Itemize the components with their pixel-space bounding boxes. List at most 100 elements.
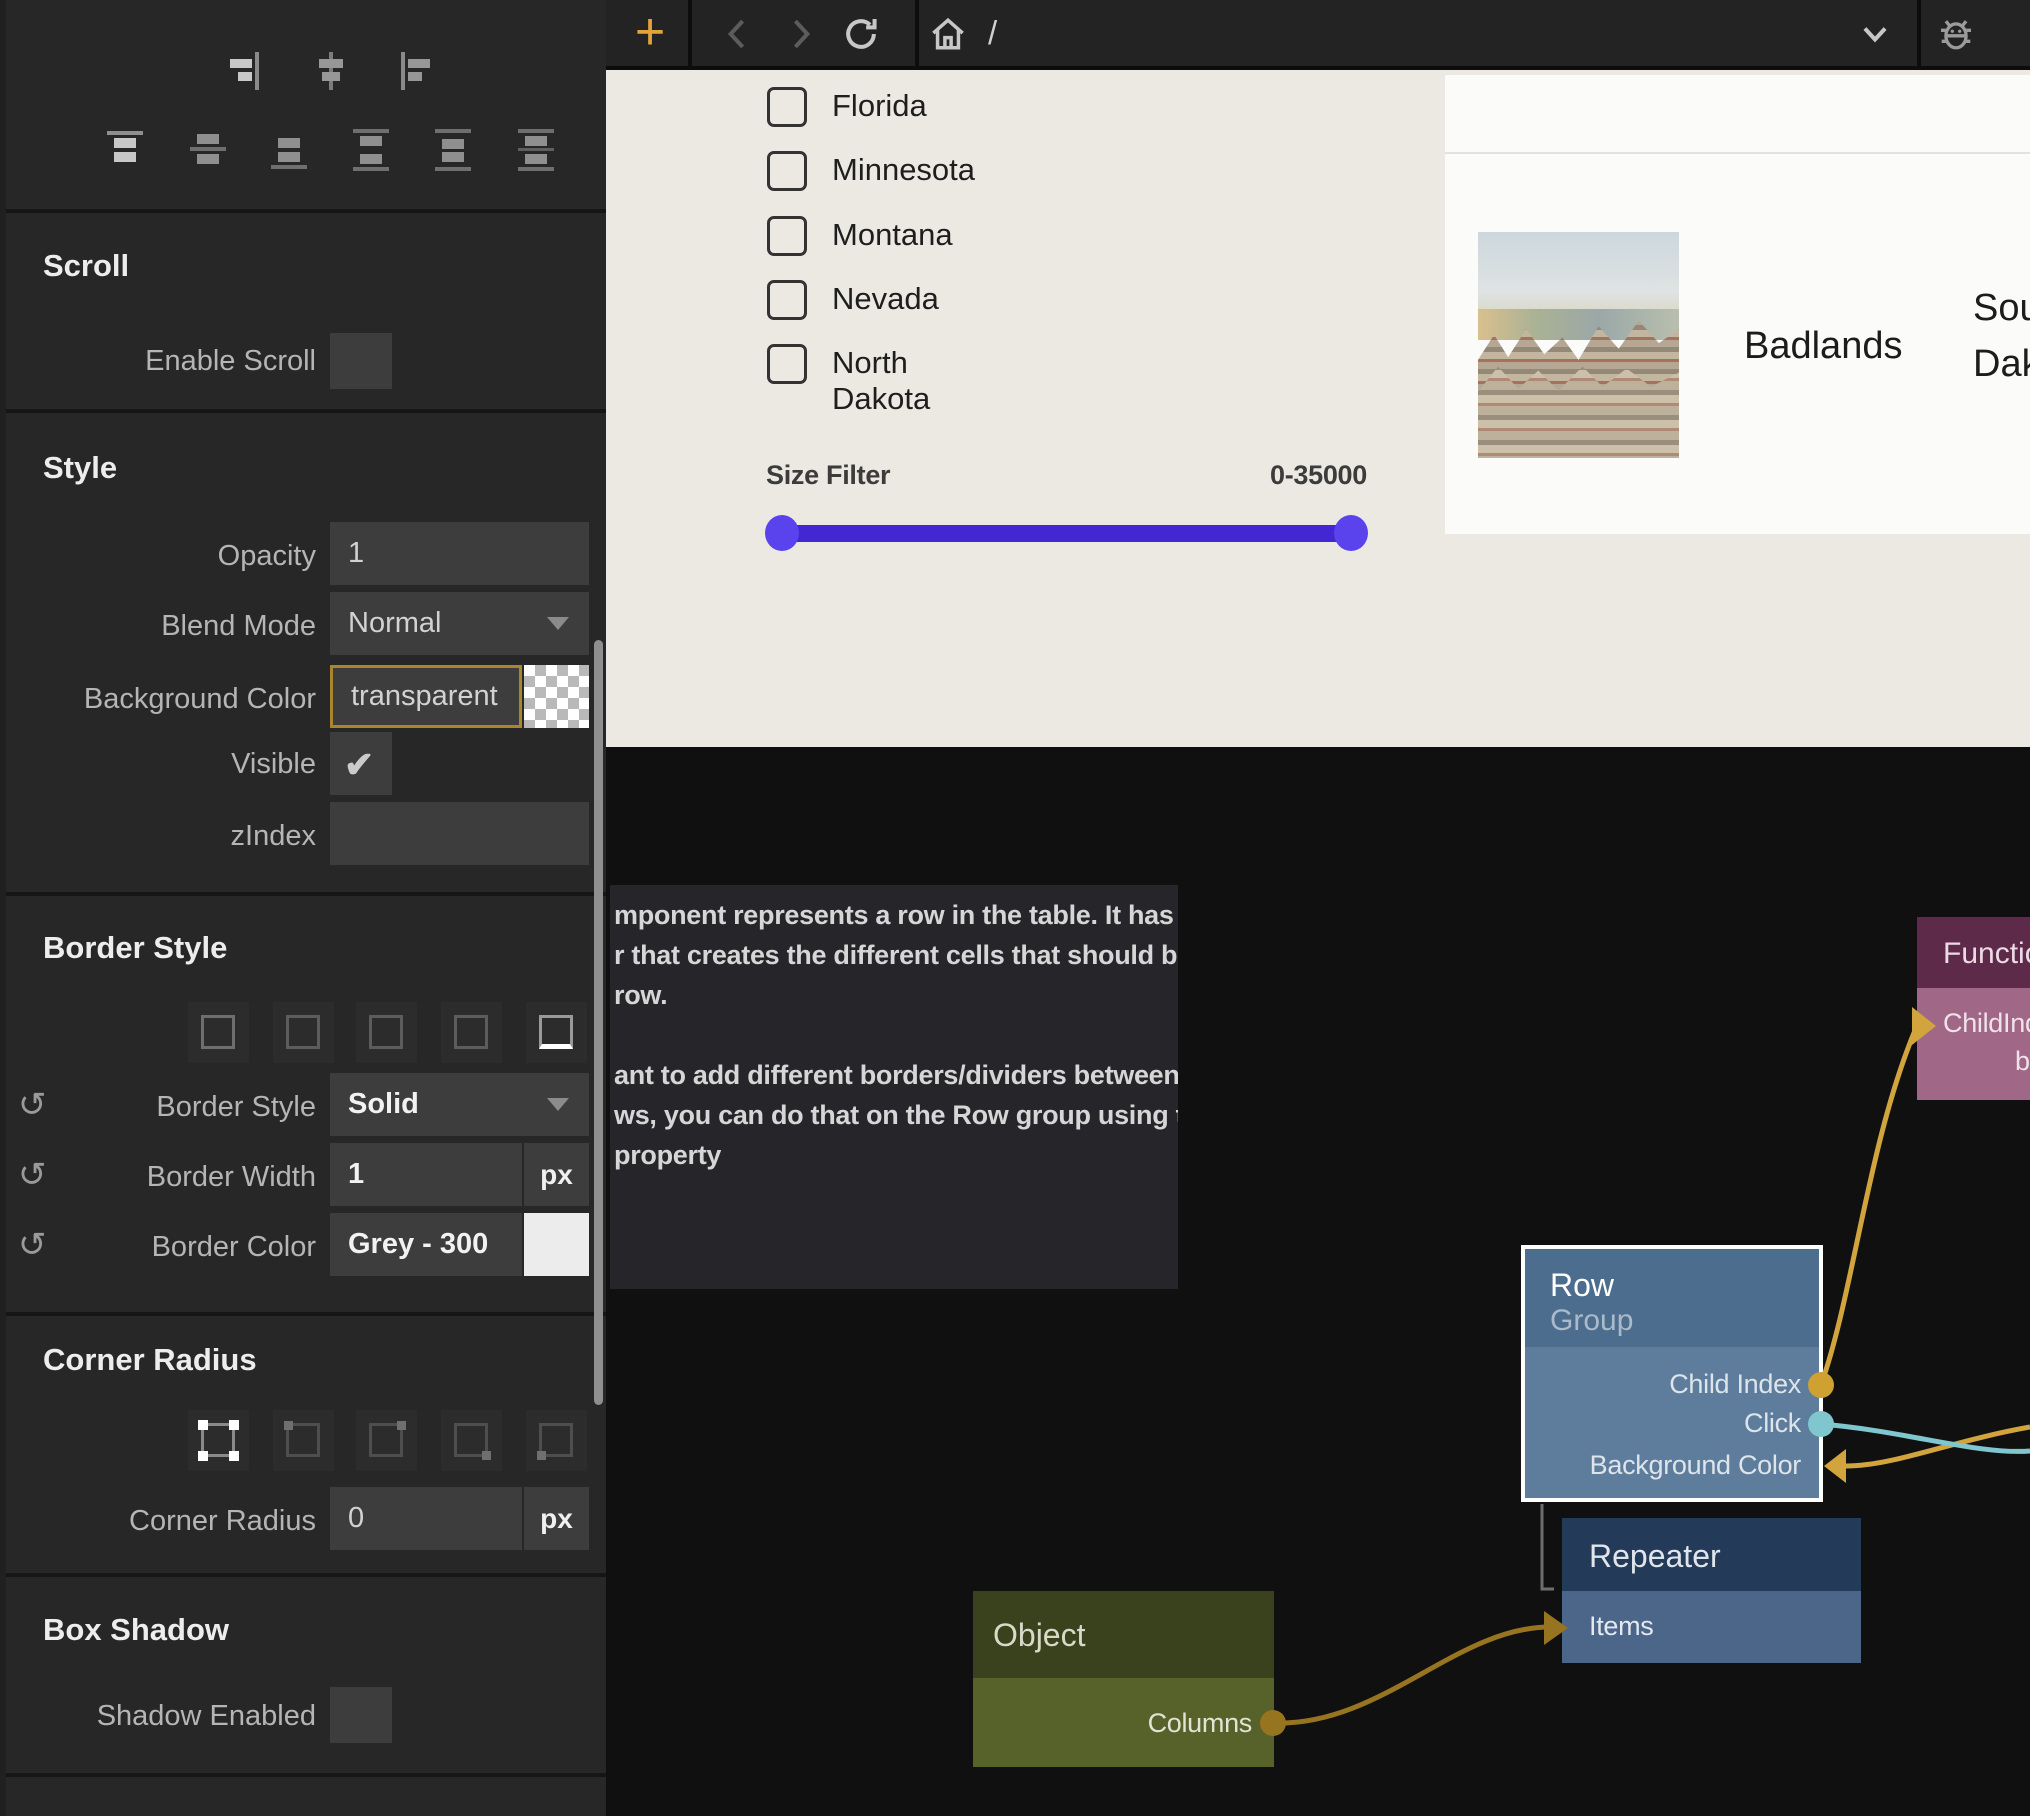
align-left-icon[interactable] bbox=[390, 48, 436, 94]
add-tab-button[interactable]: + bbox=[624, 6, 676, 60]
node-row-group[interactable]: Row Group Child Index Click Background C… bbox=[1521, 1245, 1823, 1502]
node-function[interactable]: Function ChildInde b bbox=[1917, 917, 2030, 1100]
checkbox-label: North Dakota bbox=[832, 345, 930, 417]
table-cell-name: Badlands bbox=[1744, 325, 1902, 368]
border-width-input[interactable]: 1 bbox=[330, 1143, 522, 1206]
forward-icon[interactable] bbox=[778, 12, 822, 56]
scroll-section-title: Scroll bbox=[43, 248, 129, 284]
border-top-button[interactable] bbox=[273, 1002, 334, 1063]
size-filter-slider-track[interactable] bbox=[781, 525, 1352, 542]
border-left-button[interactable] bbox=[441, 1002, 502, 1063]
port-items[interactable]: Items bbox=[1589, 1611, 1654, 1642]
wire-background-color bbox=[1846, 1427, 2030, 1466]
corner-all-button-selected[interactable] bbox=[188, 1410, 249, 1471]
refresh-icon[interactable] bbox=[839, 12, 883, 56]
shadow-enabled-checkbox[interactable] bbox=[330, 1687, 392, 1743]
north-dakota-checkbox[interactable] bbox=[767, 344, 807, 384]
chevron-down-icon bbox=[547, 617, 569, 630]
visible-label: Visible bbox=[6, 748, 316, 781]
section-divider bbox=[6, 1773, 612, 1777]
hierarchy-connector bbox=[1542, 1504, 1554, 1589]
corner-radius-label: Corner Radius bbox=[6, 1505, 316, 1538]
opacity-label: Opacity bbox=[6, 540, 316, 573]
tooltip-text: ant to add different borders/dividers be… bbox=[614, 1060, 1178, 1091]
align-bottom-icon[interactable] bbox=[266, 127, 312, 173]
panel-scrollbar[interactable] bbox=[594, 640, 603, 1405]
border-style-label: Border Style bbox=[6, 1091, 316, 1124]
wire-child-index bbox=[1821, 1028, 1916, 1385]
node-title: Repeater bbox=[1589, 1538, 1721, 1575]
port-columns[interactable]: Columns bbox=[1148, 1708, 1252, 1739]
section-divider bbox=[6, 1312, 612, 1316]
minnesota-checkbox[interactable] bbox=[767, 151, 807, 191]
size-filter-range: 0-35000 bbox=[1167, 460, 1367, 491]
background-color-swatch[interactable] bbox=[524, 665, 589, 728]
port-child-index[interactable]: Child Index bbox=[1669, 1369, 1801, 1400]
border-all-button[interactable] bbox=[188, 1002, 249, 1063]
align-center-horizontal-icon[interactable] bbox=[308, 48, 354, 94]
port-child-index[interactable]: ChildInde bbox=[1943, 1008, 2030, 1039]
node-subtitle: Group bbox=[1550, 1304, 1633, 1338]
back-icon[interactable] bbox=[716, 12, 760, 56]
border-width-unit: px bbox=[524, 1143, 589, 1206]
section-divider bbox=[6, 892, 612, 896]
border-bottom-button-selected[interactable] bbox=[526, 1002, 587, 1063]
corner-bottom-right-button[interactable] bbox=[441, 1410, 502, 1471]
node-repeater[interactable]: Repeater Items bbox=[1562, 1518, 1861, 1663]
port-click[interactable]: Click bbox=[1744, 1408, 1801, 1439]
toolbar-separator bbox=[1917, 0, 1921, 66]
home-icon[interactable] bbox=[926, 12, 970, 56]
port-clipped[interactable]: b bbox=[2015, 1046, 2030, 1077]
results-table: Badlands Sou Dak bbox=[1445, 75, 2030, 534]
checkbox-label: Florida bbox=[832, 88, 927, 124]
node-object[interactable]: Object Columns bbox=[973, 1591, 1274, 1767]
box-shadow-section-title: Box Shadow bbox=[43, 1612, 229, 1648]
slider-handle-max[interactable] bbox=[1334, 515, 1368, 551]
node-doc-tooltip: mponent represents a row in the table. I… bbox=[610, 885, 1178, 1289]
tooltip-text: r that creates the different cells that … bbox=[614, 940, 1178, 971]
align-top-icon[interactable] bbox=[102, 127, 148, 173]
debug-bug-icon[interactable] bbox=[1934, 12, 1978, 56]
border-width-label: Border Width bbox=[6, 1161, 316, 1194]
zindex-input[interactable] bbox=[330, 802, 589, 865]
corner-bottom-left-button[interactable] bbox=[526, 1410, 587, 1471]
border-color-input[interactable]: Grey - 300 bbox=[330, 1213, 522, 1276]
slider-handle-min[interactable] bbox=[765, 515, 799, 551]
opacity-input[interactable]: 1 bbox=[330, 522, 589, 585]
space-around-vertical-icon[interactable] bbox=[430, 127, 476, 173]
stretch-vertical-icon[interactable] bbox=[513, 127, 559, 173]
node-title: Function bbox=[1943, 937, 2030, 971]
path-breadcrumb[interactable]: / bbox=[988, 14, 997, 52]
badlands-photo bbox=[1478, 232, 1679, 458]
background-color-input[interactable]: transparent bbox=[330, 665, 522, 728]
align-right-icon[interactable] bbox=[224, 48, 270, 94]
space-between-vertical-icon[interactable] bbox=[348, 127, 394, 173]
corner-radius-section-title: Corner Radius bbox=[43, 1342, 257, 1378]
node-title: Row bbox=[1550, 1267, 1614, 1304]
wire-click bbox=[1821, 1424, 2030, 1451]
nevada-checkbox[interactable] bbox=[767, 280, 807, 320]
node-title: Object bbox=[993, 1617, 1085, 1654]
montana-checkbox[interactable] bbox=[767, 216, 807, 256]
corner-top-left-button[interactable] bbox=[273, 1410, 334, 1471]
border-color-swatch[interactable] bbox=[524, 1213, 589, 1276]
toolbar-separator bbox=[688, 0, 692, 66]
corner-top-right-button[interactable] bbox=[356, 1410, 417, 1471]
table-cell-state-line2: Dak bbox=[1973, 343, 2030, 386]
blend-mode-label: Blend Mode bbox=[6, 610, 316, 643]
corner-radius-input[interactable]: 0 bbox=[330, 1487, 522, 1550]
port-background-color[interactable]: Background Color bbox=[1590, 1450, 1801, 1481]
border-right-button[interactable] bbox=[356, 1002, 417, 1063]
chevron-down-icon bbox=[547, 1098, 569, 1111]
border-color-label: Border Color bbox=[6, 1231, 316, 1264]
properties-panel: Scroll Enable Scroll Style Opacity 1 Ble… bbox=[0, 0, 606, 1816]
align-middle-vertical-icon[interactable] bbox=[185, 127, 231, 173]
enable-scroll-label: Enable Scroll bbox=[6, 345, 316, 378]
enable-scroll-checkbox[interactable] bbox=[330, 333, 392, 389]
tooltip-text: ws, you can do that on the Row group usi… bbox=[614, 1100, 1178, 1131]
chevron-down-icon[interactable] bbox=[1853, 12, 1897, 56]
zindex-label: zIndex bbox=[6, 820, 316, 853]
node-graph-editor[interactable]: mponent represents a row in the table. I… bbox=[606, 747, 2030, 1816]
florida-checkbox[interactable] bbox=[767, 87, 807, 127]
check-icon: ✔ bbox=[344, 744, 374, 786]
